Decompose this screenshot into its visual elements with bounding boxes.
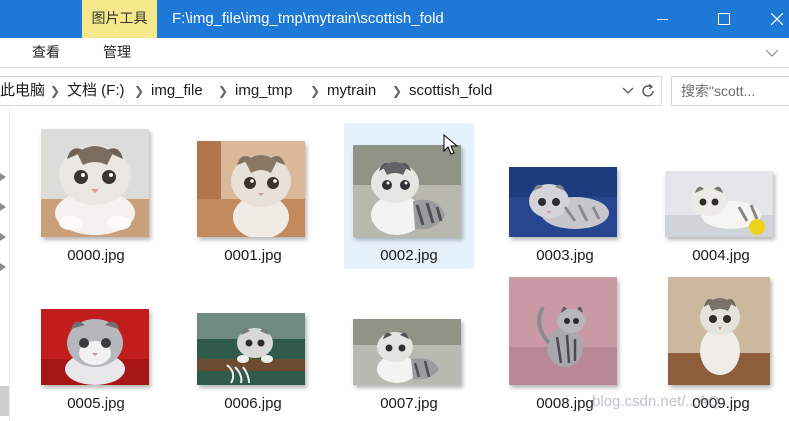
breadcrumb-separator-icon[interactable]: ❯	[134, 77, 144, 105]
file-item-0003[interactable]: 0003.jpg	[500, 123, 630, 269]
file-item-0007[interactable]: 0007.jpg	[344, 273, 474, 419]
pin-icon[interactable]	[0, 173, 6, 181]
search-input[interactable]	[672, 77, 789, 105]
file-list: 0000.jpg 0001.jpg 0002.jpg 0003.jpg 0004…	[11, 107, 789, 421]
close-icon	[771, 13, 783, 25]
search-box[interactable]	[671, 76, 789, 106]
cat-photo-icon	[197, 313, 305, 385]
breadcrumb-separator-icon[interactable]: ❯	[218, 77, 228, 105]
maximize-button[interactable]	[698, 0, 748, 38]
thumbnail-cat-photo	[668, 277, 770, 385]
thumbnail-cat-photo	[197, 141, 305, 237]
thumbnail-cat-photo	[509, 277, 617, 385]
mouse-cursor-icon	[443, 134, 459, 155]
window-title: F:\img_file\img_tmp\mytrain\scottish_fol…	[172, 10, 444, 27]
file-name: 0001.jpg	[224, 247, 282, 264]
file-item-0004[interactable]: 0004.jpg	[656, 123, 786, 269]
file-item-0005[interactable]: 0005.jpg	[31, 273, 161, 419]
file-name: 0007.jpg	[380, 395, 438, 412]
watermark: blog.csdn.net/...AQ	[592, 393, 720, 410]
picture-tools-label: 图片工具	[91, 11, 148, 27]
pin-icon[interactable]	[0, 263, 6, 271]
breadcrumb-img-tmp[interactable]: img_tmp	[235, 77, 293, 105]
navigation-pane-scrollbar[interactable]	[0, 386, 9, 416]
breadcrumb-drive[interactable]: 文档 (F:)	[67, 77, 125, 105]
address-bar[interactable]: 此电脑 ❯ 文档 (F:) ❯ img_file ❯ img_tmp ❯ myt…	[0, 76, 662, 106]
thumbnail-cat-photo	[509, 167, 617, 237]
cat-photo-icon	[668, 277, 770, 385]
file-item-0000[interactable]: 0000.jpg	[31, 123, 161, 269]
breadcrumb-separator-icon[interactable]: ❯	[310, 77, 320, 105]
ribbon: 查看 管理	[0, 38, 789, 68]
address-history-chevron-icon[interactable]	[622, 86, 634, 96]
thumbnail-cat-photo	[665, 171, 773, 237]
file-item-0006[interactable]: 0006.jpg	[188, 273, 318, 419]
cat-photo-icon	[353, 145, 461, 237]
tab-view[interactable]: 查看	[32, 38, 60, 68]
file-name: 0002.jpg	[380, 247, 438, 264]
minimize-button[interactable]	[638, 0, 688, 38]
expand-ribbon-chevron-icon[interactable]	[765, 47, 779, 59]
file-name: 0000.jpg	[67, 247, 125, 264]
cat-photo-icon	[353, 319, 461, 385]
breadcrumb-scottish-fold[interactable]: scottish_fold	[409, 77, 492, 105]
file-item-0001[interactable]: 0001.jpg	[188, 123, 318, 269]
breadcrumb-this-pc[interactable]: 此电脑	[0, 77, 45, 105]
pin-icon[interactable]	[0, 233, 6, 241]
navigation-pane	[0, 107, 10, 421]
cat-photo-icon	[509, 167, 617, 237]
thumbnail-cat-photo	[353, 145, 461, 237]
file-name: 0006.jpg	[224, 395, 282, 412]
cat-photo-icon	[509, 277, 617, 385]
cat-photo-icon	[197, 141, 305, 237]
breadcrumb-mytrain[interactable]: mytrain	[327, 77, 376, 105]
file-name: 0005.jpg	[67, 395, 125, 412]
file-name: 0004.jpg	[692, 247, 750, 264]
breadcrumb-separator-icon[interactable]: ❯	[50, 77, 60, 105]
thumbnail-cat-photo	[41, 129, 149, 237]
thumbnail-cat-photo	[197, 313, 305, 385]
tab-manage[interactable]: 管理	[103, 38, 131, 68]
breadcrumb-img-file[interactable]: img_file	[151, 77, 203, 105]
cat-photo-icon	[41, 129, 149, 237]
breadcrumb-separator-icon[interactable]: ❯	[392, 77, 402, 105]
pin-icon[interactable]	[0, 203, 6, 211]
cat-photo-icon	[41, 309, 149, 385]
close-button[interactable]	[752, 0, 789, 38]
refresh-icon[interactable]	[640, 83, 656, 99]
file-name: 0003.jpg	[536, 247, 594, 264]
thumbnail-cat-photo	[353, 319, 461, 385]
cat-photo-icon	[665, 171, 773, 237]
thumbnail-cat-photo	[41, 309, 149, 385]
